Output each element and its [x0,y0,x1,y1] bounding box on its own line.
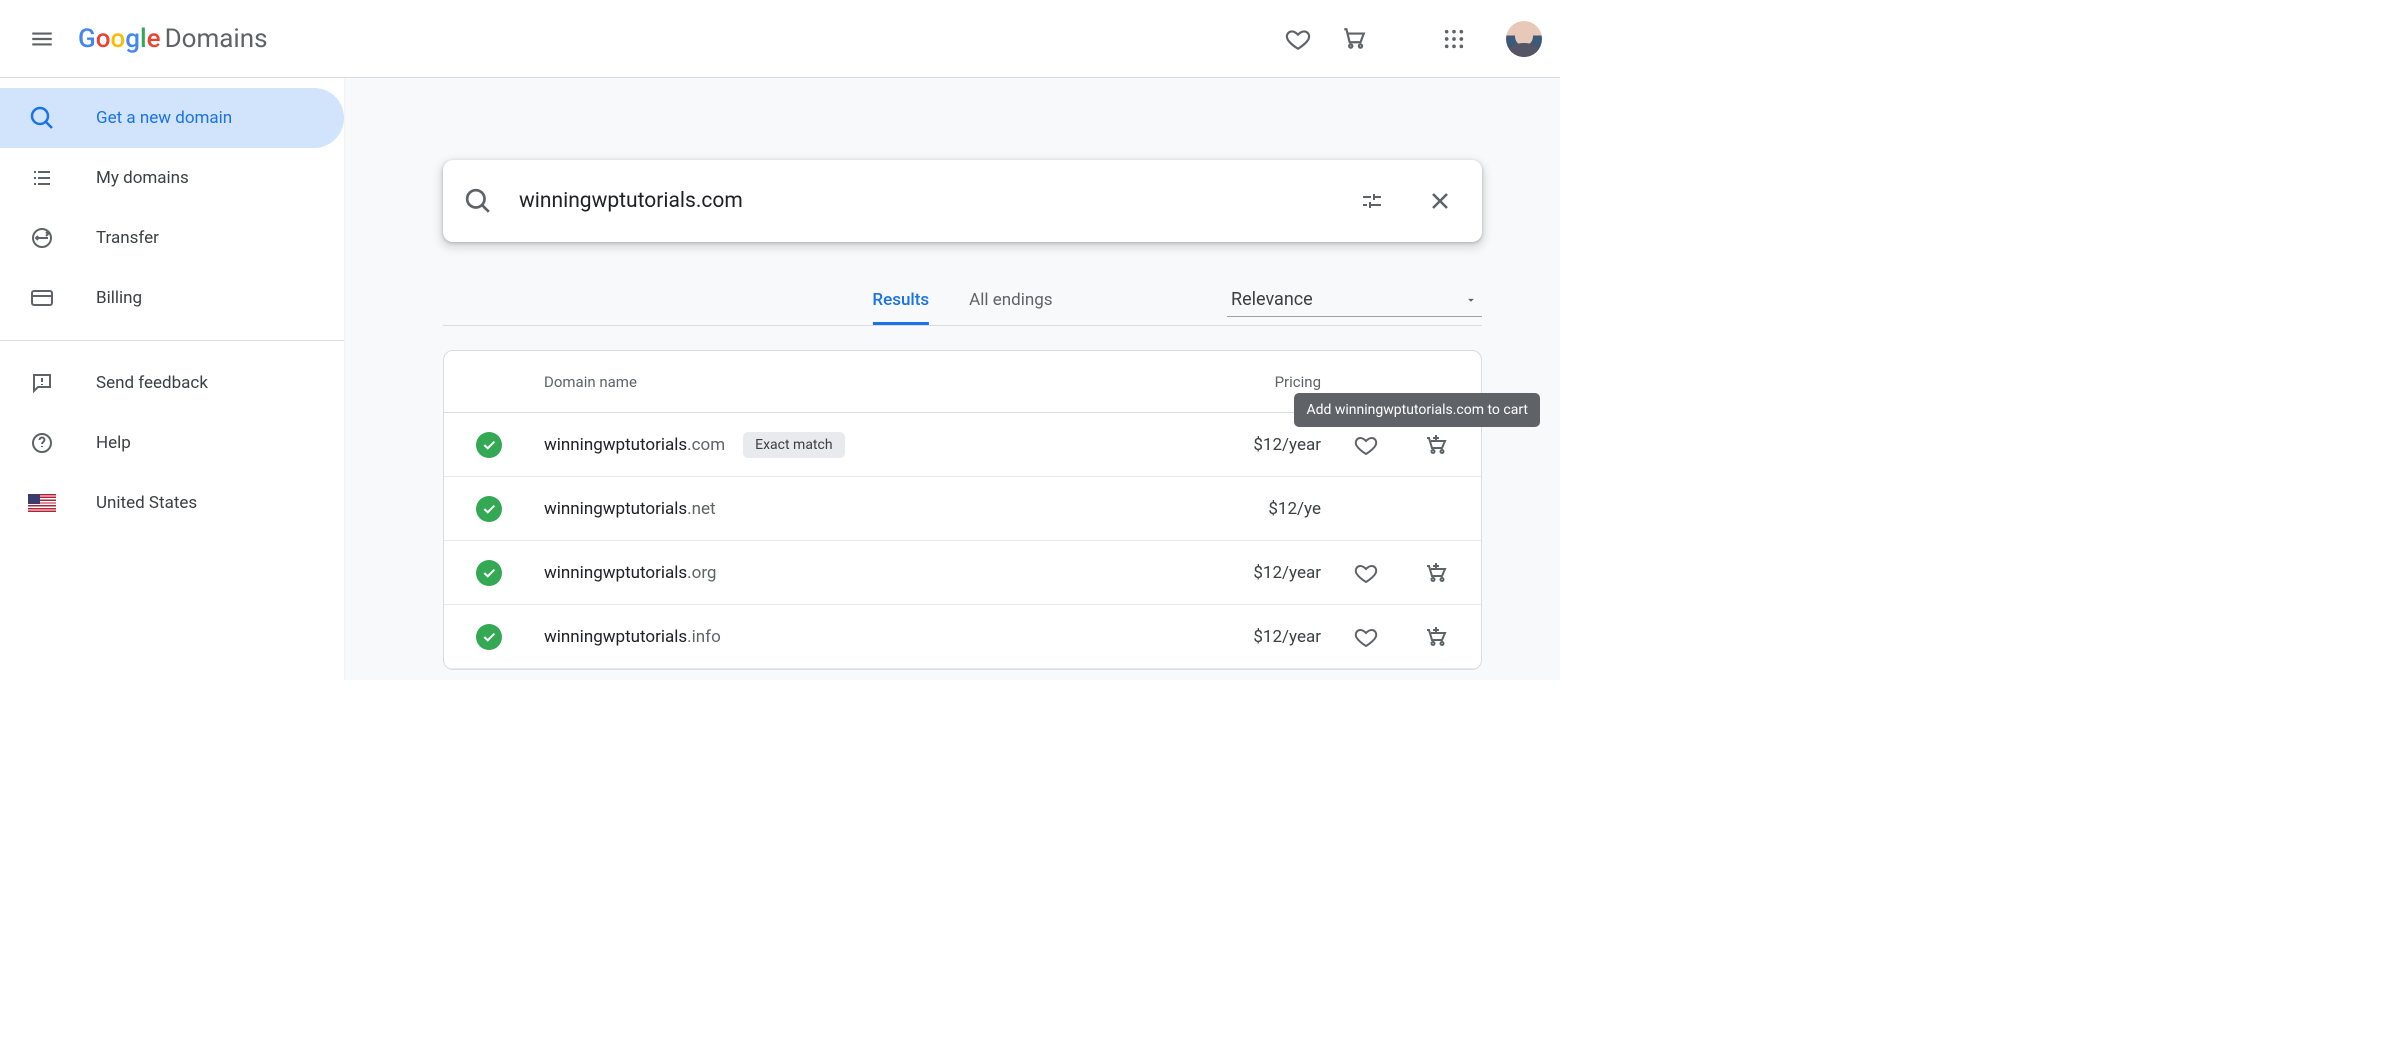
sort-select[interactable]: Relevance [1227,283,1482,317]
sidebar-item-label: Billing [96,288,142,308]
add-to-cart-tooltip: Add winningwptutorials.com to cart [1294,393,1540,427]
feedback-icon [30,371,54,395]
price: $12/ye [1171,499,1331,519]
add-to-cart-button[interactable] [1401,625,1471,649]
tune-icon [1360,189,1384,213]
us-flag-icon [28,494,56,512]
add-to-cart-button[interactable] [1401,433,1471,457]
chevron-down-icon [1464,293,1478,307]
search-icon [465,188,491,214]
price: $12/year [1171,435,1331,455]
cart-button[interactable] [1330,15,1378,63]
app-header: Google Domains [0,0,1560,78]
heart-icon [1354,625,1378,649]
apps-icon [1443,28,1465,50]
transfer-icon [30,226,54,250]
check-icon [476,432,502,458]
heart-icon [1354,433,1378,457]
sidebar-item-label: My domains [96,168,189,188]
card-icon [30,286,54,310]
add-cart-icon [1424,561,1448,585]
favorite-button[interactable] [1331,433,1401,457]
logo[interactable]: Google Domains [78,24,268,54]
column-domain-name: Domain name [544,373,1171,391]
check-icon [476,624,502,650]
sort-selected-label: Relevance [1231,289,1313,310]
sidebar-item-new-domain[interactable]: Get a new domain [0,88,344,148]
heart-icon [1354,561,1378,585]
column-pricing: Pricing [1171,373,1331,391]
favorite-button[interactable] [1331,561,1401,585]
sidebar: Get a new domain My domains Transfer Bil… [0,78,344,680]
exact-match-badge: Exact match [743,432,844,458]
price: $12/year [1171,563,1331,583]
tabs-row: Results All endings Relevance [443,278,1482,326]
domain-search-input[interactable] [519,189,1324,213]
check-icon [476,560,502,586]
favorite-button[interactable] [1331,625,1401,649]
heart-icon [1285,26,1311,52]
sidebar-item-label: Get a new domain [96,108,232,128]
search-card [443,160,1482,242]
main-area: Results All endings Relevance Domain nam… [344,78,1560,680]
search-icon [30,106,54,130]
menu-button[interactable] [18,15,66,63]
sidebar-item-billing[interactable]: Billing [0,268,344,328]
sidebar-item-transfer[interactable]: Transfer [0,208,344,268]
sidebar-item-label: Transfer [96,228,159,248]
divider [0,340,344,341]
tab-results[interactable]: Results [872,278,929,325]
avatar[interactable] [1506,21,1542,57]
cart-icon [1341,26,1367,52]
sidebar-item-label: Send feedback [96,373,208,393]
add-to-cart-button[interactable] [1401,561,1471,585]
price: $12/year [1171,627,1331,647]
help-icon [30,431,54,455]
search-filters-button[interactable] [1352,189,1392,213]
close-icon [1428,189,1452,213]
sidebar-item-label: United States [96,493,197,513]
sidebar-item-feedback[interactable]: Send feedback [0,353,344,413]
check-icon [476,496,502,522]
menu-icon [29,26,55,52]
table-row[interactable]: winningwptutorials.info $12/year [444,605,1481,669]
favorites-button[interactable] [1274,15,1322,63]
clear-search-button[interactable] [1420,189,1460,213]
sidebar-item-help[interactable]: Help [0,413,344,473]
sidebar-item-region[interactable]: United States [0,473,344,533]
table-row[interactable]: winningwptutorials.net $12/ye [444,477,1481,541]
sidebar-item-label: Help [96,433,131,453]
add-cart-icon [1424,433,1448,457]
logo-product-text: Domains [165,24,268,54]
table-row[interactable]: winningwptutorials.org $12/year [444,541,1481,605]
list-icon [30,166,54,190]
apps-button[interactable] [1430,15,1478,63]
tab-all-endings[interactable]: All endings [969,278,1052,325]
sidebar-item-my-domains[interactable]: My domains [0,148,344,208]
add-cart-icon [1424,625,1448,649]
